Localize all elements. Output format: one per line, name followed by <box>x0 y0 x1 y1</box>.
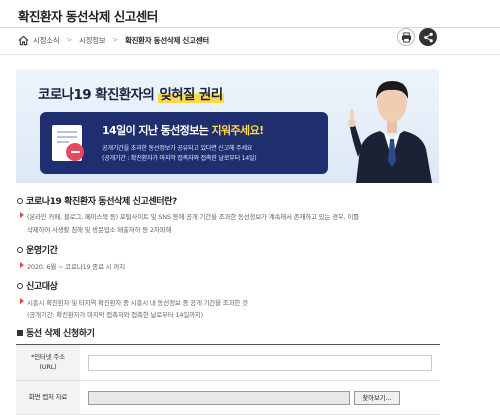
circle-bullet-icon <box>17 197 23 204</box>
banner-title: 코로나19 확진환자의 잊혀질 권리 <box>38 83 224 103</box>
section-title-what-text: 코로나19 확진환자 동선삭제 신고센터란? <box>26 197 177 207</box>
url-input[interactable] <box>88 354 432 371</box>
triangle-bullet-icon <box>20 262 24 268</box>
breadcrumb-item-current: 확진환자 동선삭제 신고센터 <box>124 35 209 45</box>
chevron-right-icon: > <box>112 36 118 44</box>
section-title-period: 운영기간 <box>17 243 58 256</box>
square-bullet-icon <box>17 329 23 336</box>
banner-subtext-1: 공개기간을 초과한 동선정보가 공유되고 있다면 신고해 주세요 <box>102 145 253 152</box>
triangle-bullet-icon <box>20 212 24 218</box>
capture-field-cell: 찾아보기... <box>80 381 440 414</box>
banner-headline-highlight: 지워주세요! <box>211 124 264 137</box>
share-button[interactable] <box>419 28 437 46</box>
spokesperson-illustration <box>348 81 432 183</box>
period-line-1: 2020. 6월 ~ 코로나19 종료 시 까지 <box>20 261 125 271</box>
what-line-1-text: (온라인 카페, 블로그, 페이스북 등) 포털사이트 및 SNS 등에 공개 … <box>27 213 359 221</box>
banner-subtext-2: (공개기간 : 확진환자가 마지막 접촉자와 접촉한 날로부터 14일) <box>102 155 257 162</box>
url-label: *인터넷 주소 (URL) <box>16 345 80 380</box>
banner-title-highlight: 잊혀질 권리 <box>158 87 224 103</box>
target-line-1: 시흥시 확진환자 및 타지역 확진환자 중 시흥시 내 동선정보 중 공개 기간… <box>20 297 248 307</box>
promo-banner: 코로나19 확진환자의 잊혀질 권리 14일이 지난 동선정보는 지워주세요! … <box>16 69 439 183</box>
target-line-2: (공개기간: 확진환자가 마지막 접촉자와 접촉한 날로부터 14일까지) <box>27 311 204 319</box>
home-icon[interactable] <box>18 35 29 46</box>
banner-title-prefix: 코로나19 확진환자의 <box>38 87 159 103</box>
breadcrumb-item-info[interactable]: 시정정보 <box>79 35 106 46</box>
deletion-request-form: *인터넷 주소 (URL) 화면 캡처 자료 찾아보기... <box>16 344 440 415</box>
url-label-line-1: *인터넷 주소 <box>31 353 65 362</box>
section-title-target: 신고대상 <box>17 279 58 292</box>
banner-headline-prefix: 14일이 지난 동선정보는 <box>102 124 212 137</box>
circle-bullet-icon <box>17 246 23 253</box>
banner-info-box: 14일이 지난 동선정보는 지워주세요! 공개기간을 초과한 동선정보가 공유되… <box>40 112 328 174</box>
section-title-period-text: 운영기간 <box>26 246 58 256</box>
breadcrumb: 시정소식 > 시정정보 > 확진환자 동선삭제 신고센터 <box>18 32 209 48</box>
page-title: 확진환자 동선삭제 신고센터 <box>18 9 158 24</box>
chevron-right-icon: > <box>66 36 72 44</box>
period-line-1-text: 2020. 6월 ~ 코로나19 종료 시 까지 <box>27 263 125 271</box>
form-row-url: *인터넷 주소 (URL) <box>16 345 440 381</box>
capture-label: 화면 캡처 자료 <box>16 381 80 414</box>
circle-bullet-icon <box>17 282 23 289</box>
target-line-1-text: 시흥시 확진환자 및 타지역 확진환자 중 시흥시 내 동선정보 중 공개 기간… <box>27 299 248 307</box>
section-title-target-text: 신고대상 <box>26 282 58 292</box>
section-title-what: 코로나19 확진환자 동선삭제 신고센터란? <box>17 194 177 207</box>
url-field-cell <box>80 345 440 380</box>
breadcrumb-divider <box>0 54 500 55</box>
printer-icon <box>401 31 411 43</box>
what-line-2: 삭제하여 사생활 침해 및 방문업소 매출저하 등 2차피해 <box>27 226 172 234</box>
form-row-capture: 화면 캡처 자료 찾아보기... <box>16 381 440 415</box>
section-title-apply: 동선 삭제 신청하기 <box>17 326 95 339</box>
section-title-apply-text: 동선 삭제 신청하기 <box>26 329 95 339</box>
banner-headline: 14일이 지난 동선정보는 지워주세요! <box>102 122 264 138</box>
print-button[interactable] <box>397 28 415 46</box>
share-icon <box>423 32 433 42</box>
breadcrumb-item-news[interactable]: 시정소식 <box>33 35 60 46</box>
document-delete-icon <box>52 125 84 161</box>
browse-button[interactable]: 찾아보기... <box>354 390 400 405</box>
file-path-input[interactable] <box>88 390 350 405</box>
what-line-1: (온라인 카페, 블로그, 페이스북 등) 포털사이트 및 SNS 등에 공개 … <box>20 211 359 221</box>
url-label-line-2: (URL) <box>39 362 57 371</box>
triangle-bullet-icon <box>20 298 24 304</box>
